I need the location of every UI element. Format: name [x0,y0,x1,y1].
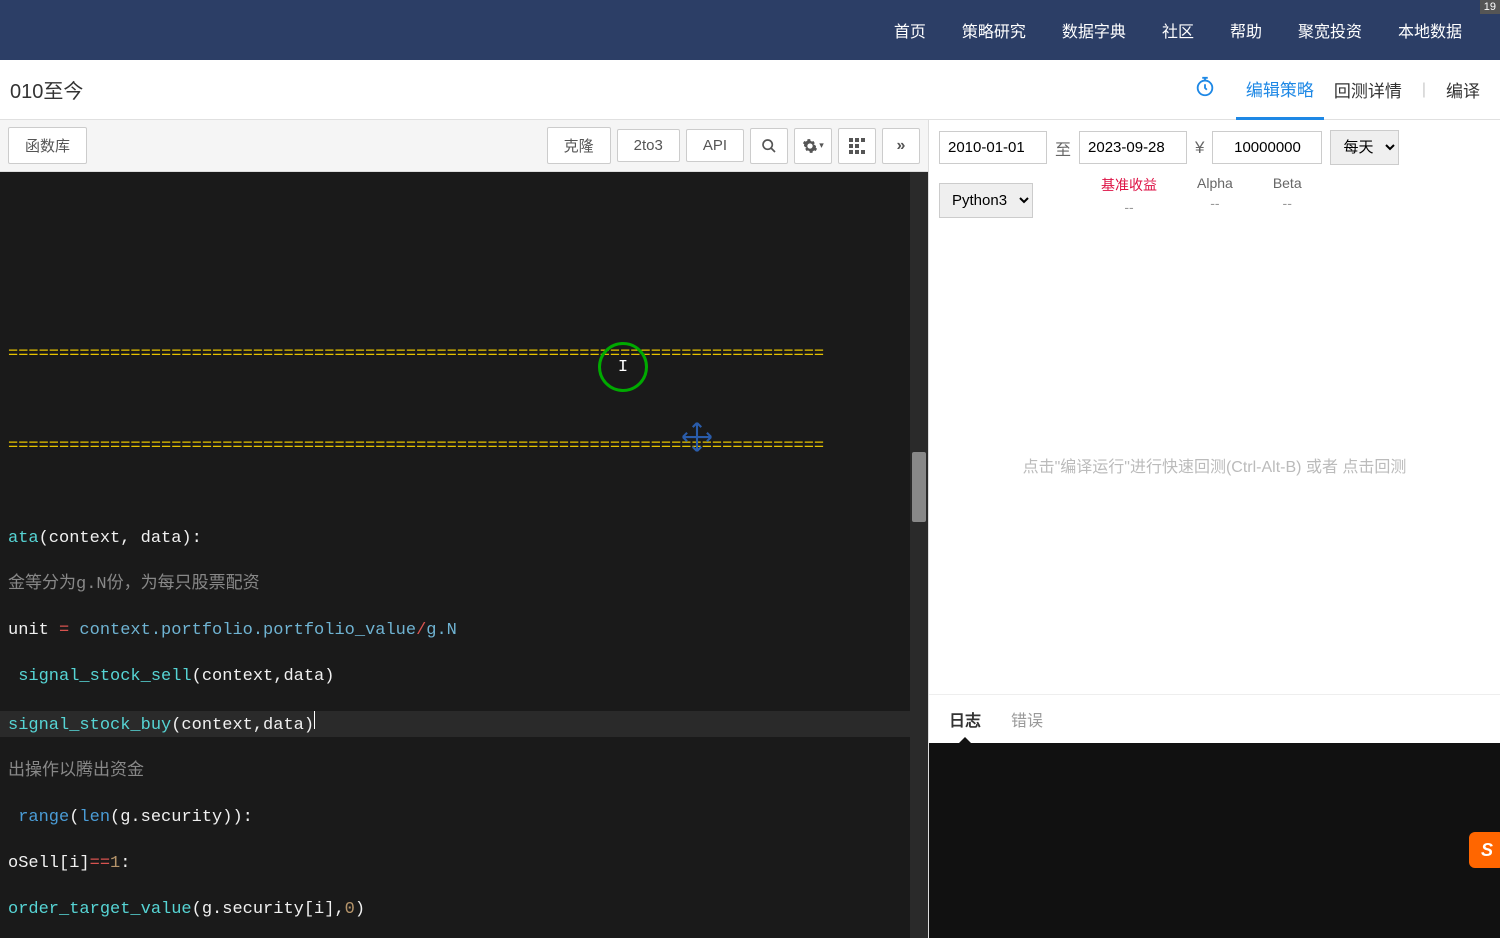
top-nav: 首页 策略研究 数据字典 社区 帮助 聚宽投资 本地数据 19 [0,0,1500,60]
log-tab-log[interactable]: 日志 [949,707,981,731]
stopwatch-icon[interactable] [1194,76,1216,104]
date-start-input[interactable] [939,131,1047,164]
api-button[interactable]: API [686,129,744,162]
cursor-highlight-icon: I [598,342,648,392]
page-title: 010至今 [10,75,83,104]
scrollbar-thumb[interactable] [912,452,926,522]
nav-community[interactable]: 社区 [1144,0,1212,60]
nav-strategy[interactable]: 策略研究 [944,0,1044,60]
tab-edit-strategy[interactable]: 编辑策略 [1236,60,1324,120]
date-end-input[interactable] [1079,131,1187,164]
notification-badge[interactable]: 19 [1480,0,1500,14]
nav-localdata[interactable]: 本地数据 [1380,0,1480,60]
capital-input[interactable] [1212,131,1322,164]
tab-backtest-detail[interactable]: 回测详情 [1324,61,1412,118]
search-icon[interactable] [750,128,788,164]
metric-benchmark: 基准收益 -- [1101,175,1157,215]
move-icon [680,420,714,459]
clone-button[interactable]: 克隆 [547,127,611,164]
collapse-icon[interactable]: » [882,128,920,164]
nav-home[interactable]: 首页 [876,0,944,60]
python-version-select[interactable]: Python3 [939,183,1033,218]
2to3-button[interactable]: 2to3 [617,129,680,162]
scrollbar[interactable] [910,172,928,938]
tab-separator: | [1422,81,1426,99]
nav-invest[interactable]: 聚宽投资 [1280,0,1380,60]
log-panel[interactable] [929,743,1500,938]
param-row: 至 ¥ 每天 [929,120,1500,175]
sogou-ime-icon[interactable]: S [1469,832,1500,868]
log-tabs: 日志 错误 [929,694,1500,743]
currency-icon: ¥ [1195,138,1204,158]
metric-alpha: Alpha -- [1197,175,1233,215]
qr-icon[interactable] [838,128,876,164]
main-area: 函数库 克隆 2to3 API ▾ » ================== [0,120,1500,938]
editor-pane: 函数库 克隆 2to3 API ▾ » ================== [0,120,928,938]
log-tab-error[interactable]: 错误 [1011,707,1043,731]
backtest-pane: 至 ¥ 每天 Python3 基准收益 -- Alpha -- Beta -- [928,120,1500,938]
nav-datadict[interactable]: 数据字典 [1044,0,1144,60]
func-lib-button[interactable]: 函数库 [8,127,87,164]
code-editor[interactable]: ========================================… [0,172,928,938]
metric-beta: Beta -- [1273,175,1302,215]
tab-bar: 编辑策略 回测详情 | 编译 [1194,60,1490,120]
chart-placeholder: 点击"编译运行"进行快速回测(Ctrl-Alt-B) 或者 点击回测 [929,235,1500,694]
metrics-row: 基准收益 -- Alpha -- Beta -- [1041,175,1302,225]
gear-icon[interactable]: ▾ [794,128,832,164]
editor-toolbar: 函数库 克隆 2to3 API ▾ » [0,120,928,172]
frequency-select[interactable]: 每天 [1330,130,1399,165]
tab-compile[interactable]: 编译 [1436,61,1490,118]
nav-help[interactable]: 帮助 [1212,0,1280,60]
date-to-label: 至 [1055,136,1071,160]
sub-header: 010至今 编辑策略 回测详情 | 编译 [0,60,1500,120]
